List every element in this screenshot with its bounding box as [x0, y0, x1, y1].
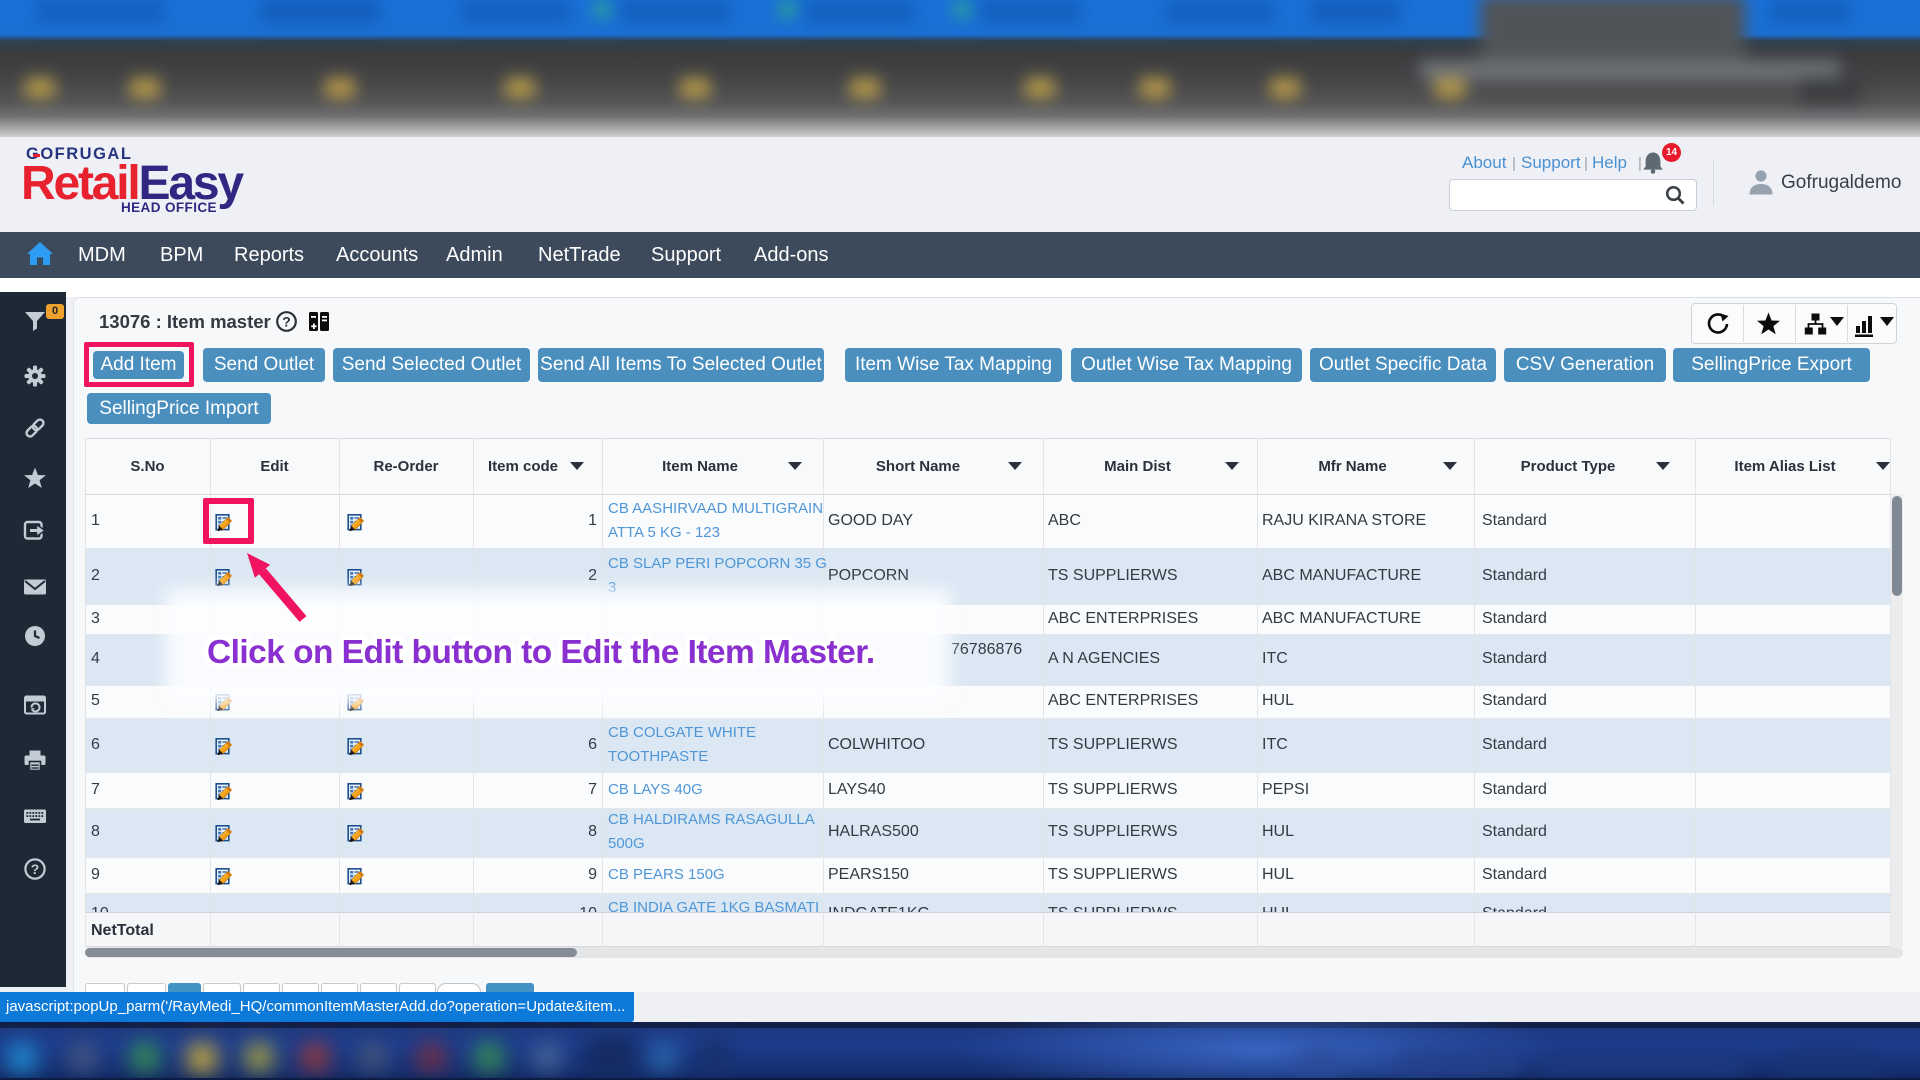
svg-text:?: ?	[31, 861, 40, 877]
svg-text:?: ?	[282, 314, 291, 330]
svg-text:Click on Edit button to Edit t: Click on Edit button to Edit the Item Ma…	[207, 634, 875, 671]
